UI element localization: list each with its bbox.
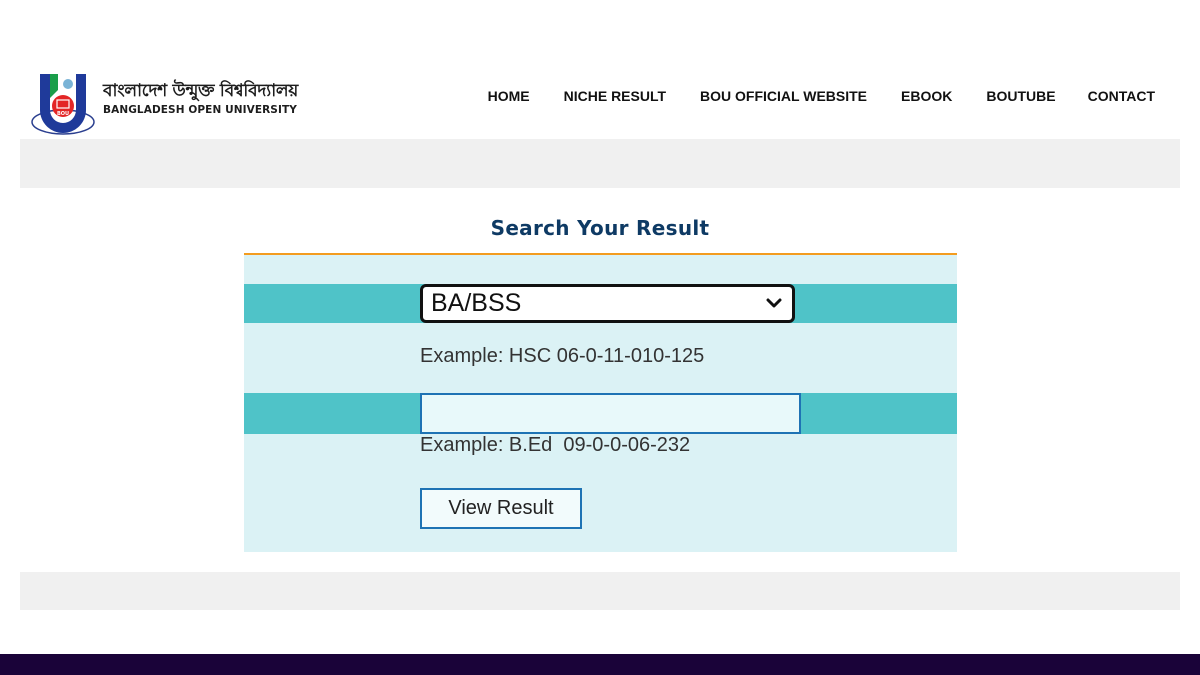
nav-ebook[interactable]: EBOOK: [901, 88, 952, 104]
nav-boutube[interactable]: BOUTUBE: [986, 88, 1055, 104]
roll-example-hint: Example: B.Ed 09-0-0-06-232: [420, 434, 691, 456]
nav-bou-official-website[interactable]: BOU OFFICIAL WEBSITE: [700, 88, 867, 104]
bottom-grey-band: [20, 572, 1180, 610]
nav-home[interactable]: HOME: [488, 88, 530, 104]
site-header: BOU বাংলাদেশ উন্মুক্ত বিশ্ববিদ্যালয় BAN…: [0, 0, 1200, 138]
main-nav: HOME NICHE RESULT BOU OFFICIAL WEBSITE E…: [488, 88, 1155, 104]
view-result-button[interactable]: View Result: [420, 488, 582, 529]
roll-input[interactable]: [420, 393, 801, 434]
program-select[interactable]: BA/BSS: [420, 284, 795, 323]
program-example-hint: Example: HSC 06-0-11-010-125: [420, 345, 705, 367]
search-panel: BA/BSS Example: HSC 06-0-11-010-125 Exam…: [244, 253, 957, 552]
brand-name-bengali: বাংলাদেশ উন্মুক্ত বিশ্ববিদ্যালয়: [103, 81, 298, 101]
page-title: Search Your Result: [490, 216, 710, 240]
program-select-value: BA/BSS: [431, 289, 522, 317]
nav-contact[interactable]: CONTACT: [1088, 88, 1155, 104]
footer-bar: [0, 654, 1200, 675]
svg-text:BOU: BOU: [57, 111, 69, 117]
nav-niche-result[interactable]: NICHE RESULT: [564, 88, 666, 104]
brand[interactable]: বাংলাদেশ উন্মুক্ত বিশ্ববিদ্যালয় BANGLAD…: [103, 80, 298, 116]
brand-name-english: BANGLADESH OPEN UNIVERSITY: [103, 104, 297, 116]
chevron-down-icon: [766, 298, 782, 308]
top-grey-band: [20, 139, 1180, 188]
university-logo[interactable]: BOU: [30, 70, 96, 136]
